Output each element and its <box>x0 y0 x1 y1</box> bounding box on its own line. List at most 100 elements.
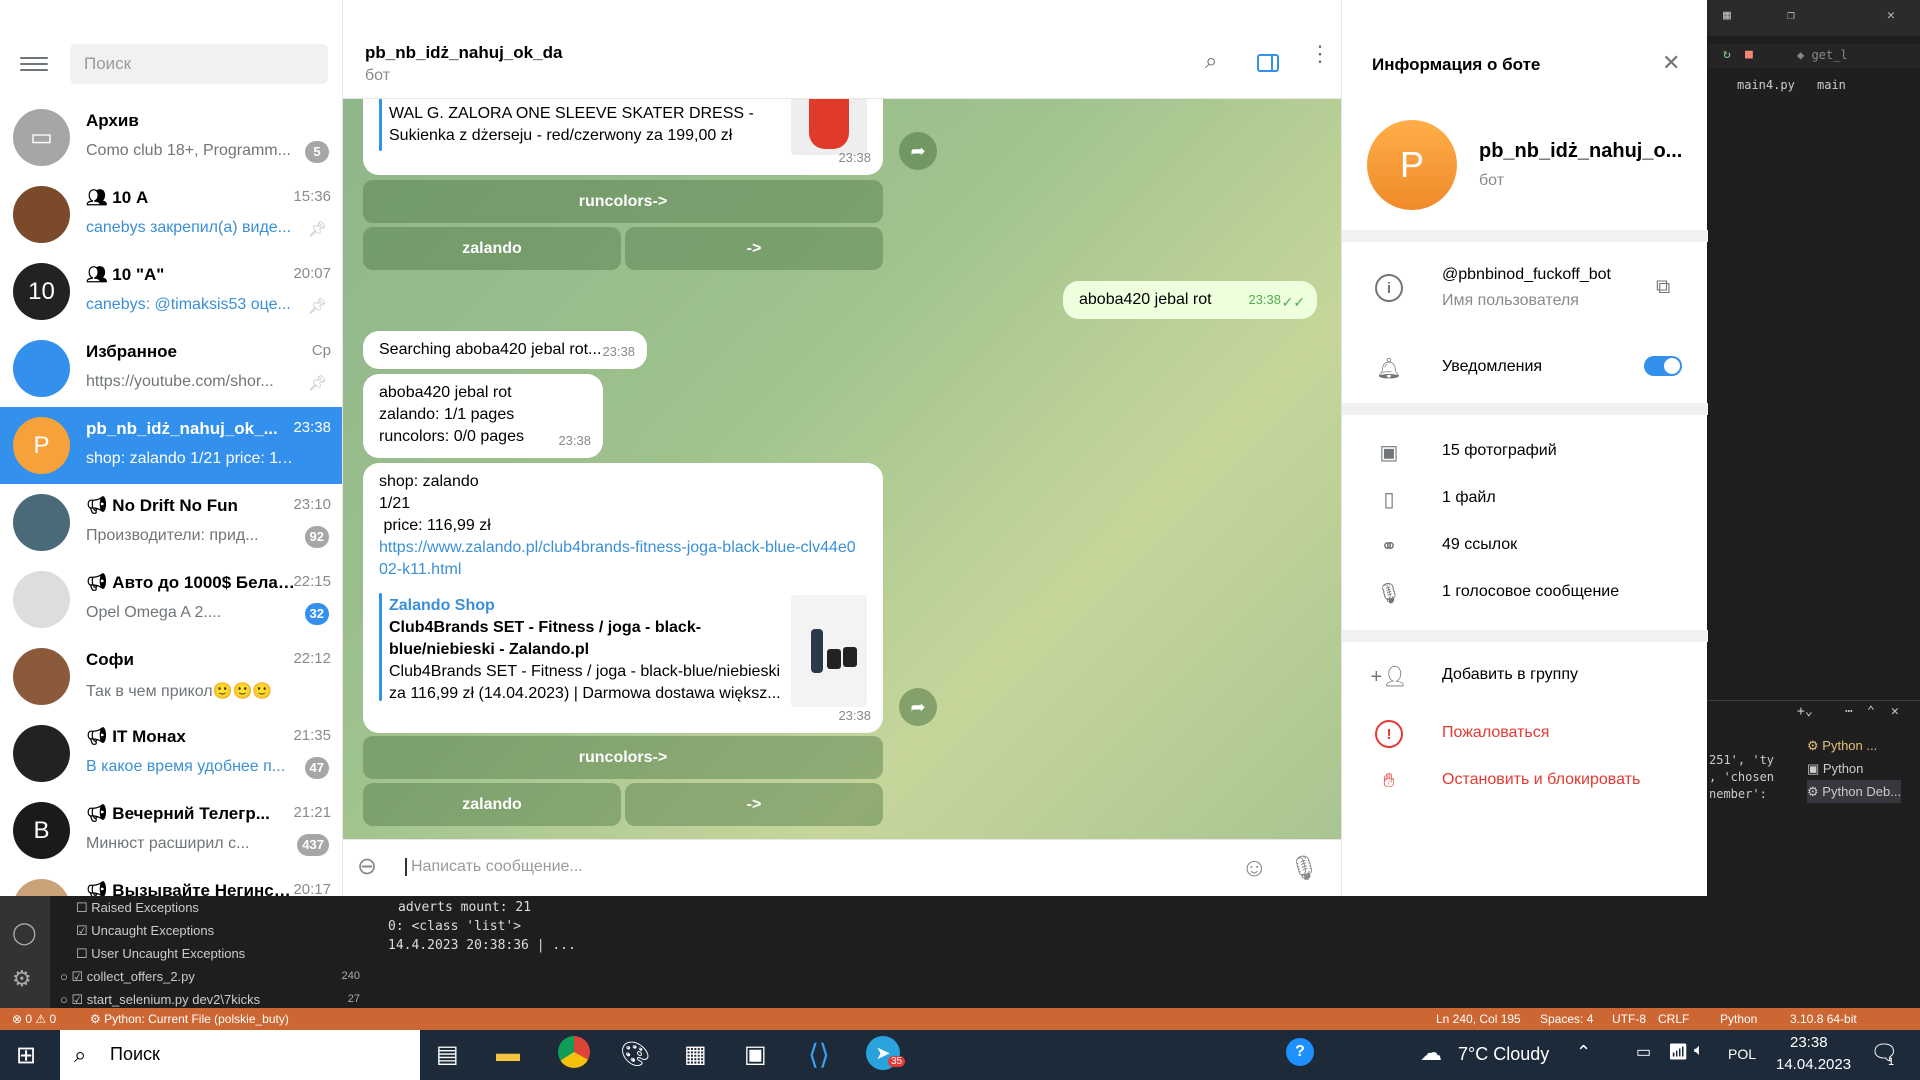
language-indicator[interactable]: POL <box>1728 1046 1756 1062</box>
help-icon[interactable]: ? <box>1286 1038 1314 1066</box>
clock-date[interactable]: 14.04.2023 <box>1776 1056 1851 1073</box>
chrome-icon[interactable] <box>558 1036 590 1068</box>
breakpoint-option[interactable]: ☑ Uncaught Exceptions <box>60 919 360 942</box>
bot-username[interactable]: @pbnbinod_fuckoff_bot <box>1442 266 1611 284</box>
search-input[interactable]: Поиск <box>70 44 328 84</box>
breakpoint-option[interactable]: ☐ Raised Exceptions <box>60 896 360 919</box>
tray-chevron-icon[interactable]: ⌃ <box>1576 1042 1591 1063</box>
close-icon[interactable]: ✕ <box>1887 8 1895 23</box>
taskbar-search[interactable]: ⌕ Поиск <box>60 1030 420 1080</box>
add-to-group-button[interactable]: Добавить в группу <box>1442 666 1578 684</box>
windows-start-icon[interactable]: ⊞ <box>16 1041 36 1070</box>
chat-list-item[interactable]: Ppb_nb_idż_nahuj_ok_... 23:38 shop: zaland… <box>0 407 342 484</box>
keyboard-button-runcolors[interactable]: runcolors-> <box>363 736 883 779</box>
incoming-message[interactable]: aboba420 jebal rot zalando: 1/1 pages ru… <box>363 374 603 458</box>
status-encoding[interactable]: UTF-8 <box>1612 1012 1646 1026</box>
search-icon[interactable]: ⌕ <box>1205 48 1217 74</box>
breakpoint-file[interactable]: ○ ☑ collect_offers_2.py 240 <box>60 965 360 988</box>
breakpoint-option[interactable]: ☐ User Uncaught Exceptions <box>60 942 360 965</box>
status-spaces[interactable]: Spaces: 4 <box>1540 1012 1593 1026</box>
file-explorer-icon[interactable]: ▬ <box>496 1040 520 1068</box>
vscode-taskbar-icon[interactable]: ⟨⟩ <box>808 1038 830 1071</box>
terminal-item[interactable]: ⚙ Python Deb... <box>1807 780 1902 803</box>
media-photos[interactable]: 15 фотографий <box>1442 442 1557 460</box>
chat-time: 22:12 <box>293 650 331 667</box>
clock-time[interactable]: 23:38 <box>1790 1034 1828 1051</box>
status-interpreter[interactable]: 3.10.8 64-bit <box>1790 1012 1857 1026</box>
chat-list-item[interactable]: 10 👥︎ 10 "А" 20:07 canebys: @timaksis53 оце… <box>0 253 342 330</box>
keyboard-button-zalando[interactable]: zalando <box>363 783 621 826</box>
battery-icon[interactable]: ▭ <box>1636 1042 1651 1062</box>
microphone-icon[interactable]: 🎙 <box>1289 854 1319 883</box>
run-config[interactable]: ⚙ Python: Current File (polskie_buty) <box>90 1012 289 1026</box>
layout-icon[interactable]: ▦ <box>1723 8 1731 23</box>
product-link[interactable]: https://www.zalando.pl/club4brands-fitne… <box>379 537 859 581</box>
forward-icon[interactable]: ➦ <box>899 688 937 726</box>
chat-list-item[interactable]: 📢︎ IT Монах 21:35 В какое время удобнее п.… <box>0 715 342 792</box>
media-files[interactable]: 1 файл <box>1442 489 1496 507</box>
keyboard-button-zalando[interactable]: zalando <box>363 227 621 270</box>
new-terminal-icon[interactable]: +⌄ <box>1797 704 1813 719</box>
chat-list-item[interactable]: B 📢︎ Вечерний Телегр... 21:21 Минюст расшир… <box>0 792 342 869</box>
status-position[interactable]: Ln 240, Col 195 <box>1436 1012 1521 1026</box>
account-icon[interactable]: ◯ <box>12 920 37 946</box>
breadcrumb-symbol[interactable]: main <box>1817 78 1846 92</box>
emoji-icon[interactable]: ☺ <box>1241 852 1268 883</box>
message-input[interactable]: Написать сообщение... <box>405 858 965 876</box>
close-info-icon[interactable]: ✕ <box>1662 50 1680 76</box>
chat-list-item[interactable]: Избранное Ср https://youtube.com/shor... 📌︎ <box>0 330 342 407</box>
terminal-item[interactable]: ▣ Python <box>1807 757 1901 780</box>
restore-icon[interactable]: ❐ <box>1787 8 1795 23</box>
chat-title[interactable]: pb_nb_idż_nahuj_ok_da <box>365 43 562 63</box>
avatar <box>13 340 70 397</box>
outgoing-message[interactable]: aboba420 jebal rot 23:38 ✓✓ <box>1063 281 1317 319</box>
weather-text[interactable]: 7°C Cloudy <box>1458 1044 1549 1065</box>
pin-icon: 📌︎ <box>307 298 327 315</box>
forward-icon[interactable]: ➦ <box>899 132 937 170</box>
chat-list-item[interactable]: ▭ Архив Como club 18+, Programm... 5 <box>0 99 342 176</box>
copy-icon[interactable]: ⧉ <box>1656 276 1670 299</box>
maximize-panel-icon[interactable]: ⌃ <box>1867 704 1875 719</box>
chat-list-item[interactable]: 👥︎ 10 А 15:36 canebys закрепил(а) виде... 📌… <box>0 176 342 253</box>
avatar <box>13 494 70 551</box>
chat-list-item[interactable]: 📢︎ Авто до 1000$ Белар... 22:15 Opel Omega… <box>0 561 342 638</box>
close-panel-icon[interactable]: ✕ <box>1891 704 1899 719</box>
media-links[interactable]: 49 ссылок <box>1442 536 1517 554</box>
problems-indicator[interactable]: ⊗ 0 ⚠ 0 <box>12 1012 56 1026</box>
menu-icon[interactable] <box>20 53 48 75</box>
more-vert-icon[interactable]: ⋮ <box>1309 43 1331 65</box>
sidebar-toggle-icon[interactable] <box>1257 54 1279 72</box>
chat-list-item[interactable]: 📢︎ No Drift No Fun 23:10 Производители: пр… <box>0 484 342 561</box>
keyboard-button-next[interactable]: -> <box>625 783 883 826</box>
search-icon: ⌕ <box>74 1042 87 1067</box>
notifications-toggle[interactable] <box>1644 356 1682 376</box>
keyboard-button-runcolors[interactable]: runcolors-> <box>363 180 883 223</box>
wifi-icon[interactable]: 📶︎ <box>1668 1042 1688 1062</box>
editor-tab[interactable]: ◆ get_l <box>1797 48 1848 62</box>
chat-list-item[interactable]: Софи 22:12 Так в чем прикол🙂🙂🙂 <box>0 638 342 715</box>
terminal-item[interactable]: ⚙ Python ... <box>1807 734 1901 757</box>
control-panel-icon[interactable]: ▣ <box>744 1040 767 1069</box>
status-language[interactable]: Python <box>1720 1012 1757 1026</box>
stop-icon[interactable]: ■ <box>1745 47 1753 62</box>
settings-gear-icon[interactable]: ⚙ <box>12 966 32 992</box>
incoming-message[interactable]: Searching aboba420 jebal rot... 23:38 <box>363 331 647 369</box>
unread-badge: 47 <box>304 757 329 779</box>
restart-icon[interactable]: ↻ <box>1723 47 1731 62</box>
paint-icon[interactable]: 🎨︎ <box>620 1040 650 1069</box>
chat-list-item[interactable]: 📢︎ Вызывайте Негинск... 20:17 <box>0 869 342 896</box>
more-icon[interactable]: ⋯ <box>1845 704 1853 719</box>
block-button[interactable]: Остановить и блокировать <box>1442 771 1640 789</box>
calculator-icon[interactable]: ▦ <box>684 1040 707 1069</box>
status-eol[interactable]: CRLF <box>1658 1012 1689 1026</box>
message-bubble[interactable]: WAL G. ZALORA ONE SLEEVE SKATER DRESS - … <box>363 99 883 175</box>
task-view-icon[interactable]: ▤ <box>436 1040 459 1069</box>
breadcrumb-file[interactable]: main4.py <box>1737 78 1795 92</box>
incoming-message[interactable]: shop: zalando 1/21 price: 116,99 zł http… <box>363 463 883 733</box>
keyboard-button-next[interactable]: -> <box>625 227 883 270</box>
weather-icon[interactable]: ☁ <box>1420 1040 1442 1066</box>
attach-icon[interactable]: ⊘ <box>350 849 385 884</box>
report-button[interactable]: Пожаловаться <box>1442 724 1549 742</box>
media-voice[interactable]: 1 голосовое сообщение <box>1442 583 1619 601</box>
volume-icon[interactable]: 🔈︎ <box>1694 1042 1704 1060</box>
